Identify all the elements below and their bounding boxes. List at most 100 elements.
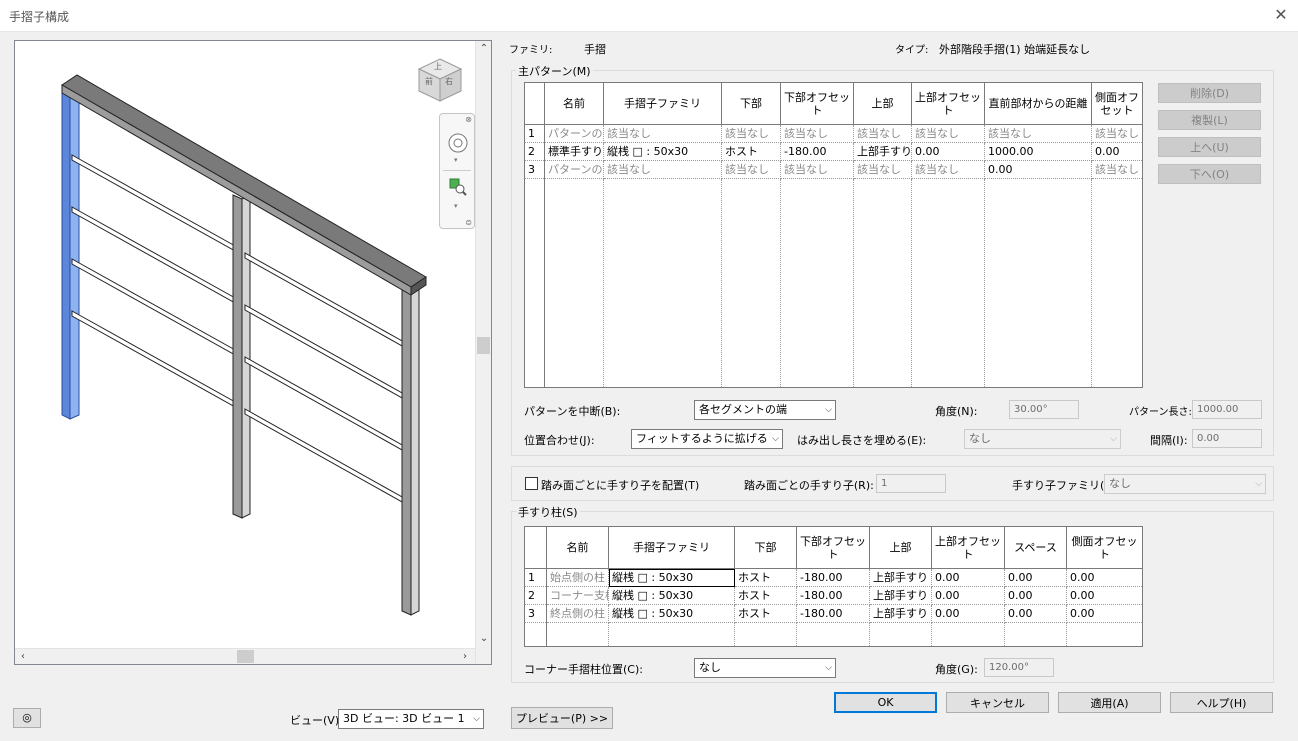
table-cell[interactable]: 0.00 (931, 586, 1005, 605)
scroll-right-icon[interactable]: › (457, 649, 473, 665)
posts-header-base-offset[interactable]: 下部オフセット (796, 526, 870, 569)
table-cell[interactable]: 0.00 (1091, 142, 1143, 161)
corner-angle-field[interactable]: 120.00° (984, 658, 1054, 677)
baluster-family-dropdown[interactable]: なし ⌵ (1104, 474, 1266, 494)
posts-header-side-offset[interactable]: 側面オフセット (1066, 526, 1143, 569)
table-cell[interactable]: 0.00 (931, 568, 1005, 587)
table-cell[interactable]: 上部手すり (853, 142, 912, 161)
navbar-close-icon[interactable]: ⊗ (465, 115, 472, 124)
table-cell[interactable]: 0.00 (931, 604, 1005, 623)
balusters-count-field[interactable]: 1 (876, 474, 946, 493)
zoom-dropdown-icon[interactable]: ▾ (454, 202, 458, 210)
main-header-base-offset[interactable]: 下部オフセット (780, 82, 854, 125)
move-down-button[interactable]: 下へ(O) (1158, 164, 1261, 184)
table-cell[interactable]: 該当なし (911, 160, 985, 179)
posts-header-base[interactable]: 下部 (734, 526, 797, 569)
main-header-top[interactable]: 上部 (853, 82, 912, 125)
table-cell[interactable]: -180.00 (796, 568, 870, 587)
table-cell[interactable]: 上部手すり (869, 568, 932, 587)
posts-header-name[interactable]: 名前 (546, 526, 609, 569)
table-cell[interactable]: 終点側の柱 (546, 604, 609, 623)
duplicate-button[interactable]: 複製(L) (1158, 110, 1261, 130)
scroll-up-icon[interactable]: ⌃ (476, 41, 492, 57)
spacing-field[interactable]: 0.00 (1192, 429, 1262, 448)
main-header-base[interactable]: 下部 (721, 82, 781, 125)
main-header-dist[interactable]: 直前部材からの距離 (984, 82, 1092, 125)
steering-wheel-button[interactable]: ◎ (13, 708, 41, 728)
table-cell[interactable]: ホスト (734, 604, 797, 623)
table-cell[interactable]: 0.00 (1066, 604, 1143, 623)
balusters-per-tread-checkbox[interactable] (525, 477, 538, 490)
close-icon[interactable]: ✕ (1272, 6, 1290, 24)
table-cell[interactable]: 該当なし (1091, 124, 1143, 143)
table-cell[interactable]: 0.00 (1066, 586, 1143, 605)
preview-viewport[interactable]: 上 前 右 ⊗ ▾ ▾ ⊜ ⌃ ⌄ ‹ › (14, 40, 492, 665)
table-cell[interactable]: 0.00 (1004, 586, 1067, 605)
table-cell[interactable]: 縦桟 □ : 50x30 (608, 586, 735, 605)
table-cell[interactable]: パターンの (544, 160, 604, 179)
table-cell[interactable]: 該当なし (603, 124, 722, 143)
scroll-down-icon[interactable]: ⌄ (476, 631, 492, 647)
table-cell[interactable]: ホスト (734, 586, 797, 605)
table-cell[interactable]: 1000.00 (984, 142, 1092, 161)
table-cell[interactable]: 該当なし (780, 124, 854, 143)
posts-header-space[interactable]: スペース (1004, 526, 1067, 569)
table-cell[interactable]: 該当なし (603, 160, 722, 179)
wheel-dropdown-icon[interactable]: ▾ (454, 156, 458, 164)
table-cell[interactable]: ホスト (721, 142, 781, 161)
table-cell[interactable]: 0.00 (1004, 568, 1067, 587)
view-dropdown[interactable]: 3D ビュー: 3D ビュー 1 ⌵ (338, 709, 484, 729)
table-cell[interactable]: 始点側の柱 (546, 568, 609, 587)
table-cell[interactable]: 該当なし (780, 160, 854, 179)
horizontal-scroll-thumb[interactable] (237, 650, 254, 663)
table-cell[interactable]: 上部手すり (869, 604, 932, 623)
break-pattern-dropdown[interactable]: 各セグメントの端 ⌵ (694, 400, 836, 420)
horizontal-scrollbar[interactable]: ‹ › (15, 648, 475, 664)
table-row[interactable]: 3 終点側の柱 縦桟 □ : 50x30 ホスト -180.00 上部手すり 0… (524, 604, 1143, 623)
apply-button[interactable]: 適用(A) (1058, 692, 1161, 713)
posts-header-top-offset[interactable]: 上部オフセット (931, 526, 1005, 569)
table-cell[interactable]: 該当なし (1091, 160, 1143, 179)
main-pattern-table[interactable]: 名前 手摺子ファミリ 下部 下部オフセット 上部 上部オフセット 直前部材からの… (524, 82, 1143, 388)
table-cell[interactable]: ホスト (734, 568, 797, 587)
table-cell[interactable]: 0.00 (1066, 568, 1143, 587)
main-header-side-offset[interactable]: 側面オフセット (1091, 82, 1143, 125)
ok-button[interactable]: OK (834, 692, 937, 713)
justify-dropdown[interactable]: フィットするように拡げる ⌵ (631, 429, 783, 449)
steering-wheel-icon[interactable] (447, 132, 469, 154)
main-header-top-offset[interactable]: 上部オフセット (911, 82, 985, 125)
table-row[interactable]: 2 コーナー支柱 縦桟 □ : 50x30 ホスト -180.00 上部手すり … (524, 586, 1143, 605)
table-cell[interactable]: 上部手すり (869, 586, 932, 605)
scroll-left-icon[interactable]: ‹ (15, 649, 31, 665)
navbar-options-icon[interactable]: ⊜ (465, 218, 472, 227)
table-cell[interactable]: 該当なし (984, 124, 1092, 143)
pattern-length-field[interactable]: 1000.00 (1192, 400, 1262, 419)
vertical-scrollbar[interactable]: ⌃ ⌄ (475, 41, 491, 664)
move-up-button[interactable]: 上へ(U) (1158, 137, 1261, 157)
table-cell[interactable]: パターンの (544, 124, 604, 143)
posts-table[interactable]: 名前 手摺子ファミリ 下部 下部オフセット 上部 上部オフセット スペース 側面… (524, 526, 1143, 647)
table-cell[interactable]: コーナー支柱 (546, 586, 609, 605)
main-header-family[interactable]: 手摺子ファミリ (603, 82, 722, 125)
preview-button[interactable]: プレビュー(P) >> (511, 707, 613, 729)
table-cell[interactable]: 該当なし (853, 160, 912, 179)
table-row[interactable]: 1 始点側の柱 縦桟 □ : 50x30 ホスト -180.00 上部手すり 0… (524, 568, 1143, 587)
main-header-name[interactable]: 名前 (544, 82, 604, 125)
table-row[interactable]: 2 標準手すり 縦桟 □ : 50x30 ホスト -180.00 上部手すり 0… (524, 142, 1143, 161)
table-cell[interactable]: -180.00 (780, 142, 854, 161)
zoom-region-icon[interactable] (449, 178, 467, 196)
table-row[interactable]: 1 パターンの 該当なし 該当なし 該当なし 該当なし 該当なし 該当なし 該当… (524, 124, 1143, 143)
cancel-button[interactable]: キャンセル (946, 692, 1049, 713)
table-cell-selected[interactable]: 縦桟 □ : 50x30 (608, 568, 735, 587)
table-cell[interactable]: 該当なし (721, 124, 781, 143)
vertical-scroll-thumb[interactable] (477, 337, 490, 354)
table-row[interactable]: 3 パターンの 該当なし 該当なし 該当なし 該当なし 該当なし 0.00 該当… (524, 160, 1143, 179)
table-cell[interactable]: 0.00 (1004, 604, 1067, 623)
excess-fill-dropdown[interactable]: なし ⌵ (964, 429, 1121, 449)
table-cell[interactable]: 0.00 (984, 160, 1092, 179)
table-cell[interactable]: 標準手すり (544, 142, 604, 161)
table-cell[interactable]: -180.00 (796, 604, 870, 623)
corner-post-dropdown[interactable]: なし ⌵ (694, 658, 836, 678)
posts-header-top[interactable]: 上部 (869, 526, 932, 569)
delete-button[interactable]: 削除(D) (1158, 83, 1261, 103)
